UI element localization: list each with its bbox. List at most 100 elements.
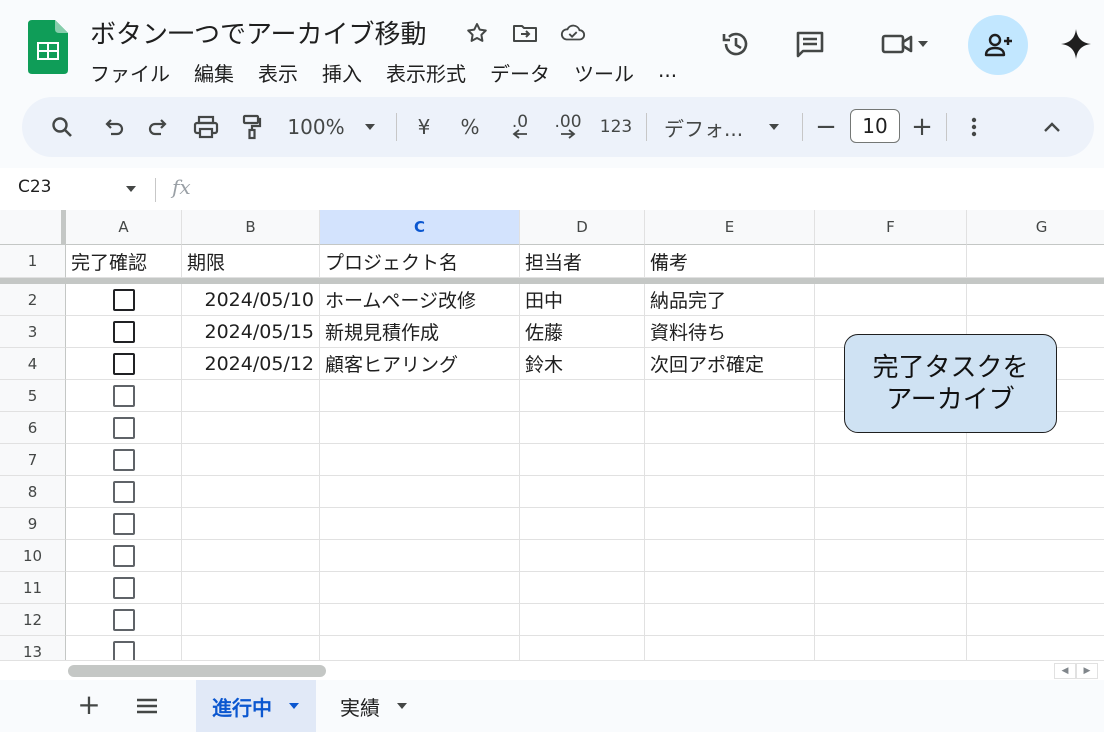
header-cell-deadline[interactable]: 期限 — [182, 245, 320, 278]
row-header-1[interactable]: 1 — [0, 245, 66, 278]
cell[interactable] — [182, 636, 320, 660]
cell[interactable] — [320, 508, 520, 540]
menu-more[interactable]: ... — [658, 58, 677, 87]
cloud-saved-icon[interactable] — [560, 20, 586, 46]
note-cell[interactable]: 資料待ち — [645, 316, 815, 348]
select-all-corner[interactable] — [0, 210, 66, 245]
column-header-e[interactable]: E — [645, 210, 815, 245]
cell[interactable] — [645, 572, 815, 604]
cell[interactable] — [320, 636, 520, 660]
checkbox-cell[interactable] — [66, 476, 182, 508]
checkbox-cell[interactable] — [66, 636, 182, 660]
cell[interactable] — [815, 476, 967, 508]
column-header-f[interactable]: F — [815, 210, 967, 245]
scroll-right-icon[interactable]: ▶ — [1076, 663, 1098, 679]
cell[interactable] — [520, 636, 645, 660]
project-cell[interactable]: ホームページ改修 — [320, 284, 520, 316]
row-header-7[interactable]: 7 — [0, 444, 66, 476]
deadline-cell[interactable]: 2024/05/12 — [182, 348, 320, 380]
header-cell-project[interactable]: プロジェクト名 — [320, 245, 520, 278]
move-folder-icon[interactable] — [512, 20, 538, 46]
deadline-cell[interactable]: 2024/05/10 — [182, 284, 320, 316]
project-cell[interactable]: 顧客ヒアリング — [320, 348, 520, 380]
menu-insert[interactable]: 挿入 — [322, 58, 362, 87]
cell[interactable] — [520, 412, 645, 444]
checkbox[interactable] — [112, 544, 135, 567]
checkbox-cell[interactable] — [66, 508, 182, 540]
cell[interactable] — [520, 572, 645, 604]
cell[interactable] — [967, 245, 1104, 278]
row-header-9[interactable]: 9 — [0, 508, 66, 540]
owner-cell[interactable]: 佐藤 — [520, 316, 645, 348]
header-cell-owner[interactable]: 担当者 — [520, 245, 645, 278]
cell[interactable] — [182, 540, 320, 572]
cell[interactable] — [645, 508, 815, 540]
checkbox-cell[interactable] — [66, 284, 182, 316]
cell[interactable] — [520, 508, 645, 540]
add-sheet-icon[interactable]: + — [76, 691, 102, 719]
cell[interactable] — [520, 476, 645, 508]
cell[interactable] — [320, 604, 520, 636]
row-header-13[interactable]: 13 — [0, 636, 66, 660]
increase-decimal-button[interactable]: .00 — [546, 97, 590, 157]
column-header-b[interactable]: B — [182, 210, 320, 245]
sheet-tab-in-progress[interactable]: 進行中 — [196, 680, 316, 732]
font-family-select[interactable]: デフォ... — [664, 97, 748, 157]
checkbox[interactable] — [112, 608, 135, 631]
checkbox[interactable] — [112, 448, 135, 471]
version-history-icon[interactable] — [718, 26, 754, 62]
row-header-2[interactable]: 2 — [0, 284, 66, 316]
cell[interactable] — [520, 540, 645, 572]
paint-format-icon[interactable] — [232, 97, 272, 157]
menu-edit[interactable]: 編集 — [194, 58, 234, 87]
checkbox[interactable] — [112, 288, 135, 311]
cell[interactable] — [967, 572, 1104, 604]
checkbox[interactable] — [112, 320, 135, 343]
row-header-12[interactable]: 12 — [0, 604, 66, 636]
cell[interactable] — [182, 572, 320, 604]
menu-view[interactable]: 表示 — [258, 58, 298, 87]
checkbox-cell[interactable] — [66, 316, 182, 348]
column-header-a[interactable]: A — [66, 210, 182, 245]
search-icon[interactable] — [38, 97, 86, 157]
cell[interactable] — [645, 444, 815, 476]
owner-cell[interactable]: 田中 — [520, 284, 645, 316]
menu-tools[interactable]: ツール — [574, 58, 634, 87]
document-title[interactable]: ボタン一つでアーカイブ移動 — [90, 14, 426, 51]
checkbox-cell[interactable] — [66, 604, 182, 636]
print-icon[interactable] — [186, 97, 226, 157]
checkbox-cell[interactable] — [66, 412, 182, 444]
row-header-11[interactable]: 11 — [0, 572, 66, 604]
comments-icon[interactable] — [792, 26, 828, 62]
share-button[interactable] — [968, 15, 1028, 75]
row-header-10[interactable]: 10 — [0, 540, 66, 572]
row-header-3[interactable]: 3 — [0, 316, 66, 348]
cell[interactable] — [320, 540, 520, 572]
cell[interactable] — [967, 636, 1104, 660]
checkbox[interactable] — [112, 512, 135, 535]
all-sheets-menu-icon[interactable] — [136, 698, 158, 714]
header-cell-note[interactable]: 備考 — [645, 245, 815, 278]
cell[interactable] — [182, 412, 320, 444]
column-header-g[interactable]: G — [967, 210, 1104, 245]
font-dropdown-icon[interactable] — [762, 97, 786, 157]
cell[interactable] — [645, 540, 815, 572]
menu-format[interactable]: 表示形式 — [386, 58, 466, 87]
formula-input[interactable] — [200, 172, 1090, 206]
cell[interactable] — [320, 444, 520, 476]
sheet-tab-dropdown-icon[interactable] — [288, 702, 300, 710]
scrollbar-thumb[interactable] — [68, 665, 326, 677]
gemini-sparkle-icon[interactable] — [1058, 26, 1094, 62]
row-header-5[interactable]: 5 — [0, 380, 66, 412]
column-header-d[interactable]: D — [520, 210, 645, 245]
cell[interactable] — [967, 540, 1104, 572]
cell[interactable] — [182, 508, 320, 540]
cell[interactable] — [967, 284, 1104, 316]
cell[interactable] — [645, 380, 815, 412]
cell[interactable] — [967, 508, 1104, 540]
note-cell[interactable]: 納品完了 — [645, 284, 815, 316]
cell[interactable] — [815, 604, 967, 636]
cell[interactable] — [520, 380, 645, 412]
cell[interactable] — [815, 572, 967, 604]
checkbox[interactable] — [112, 352, 135, 375]
